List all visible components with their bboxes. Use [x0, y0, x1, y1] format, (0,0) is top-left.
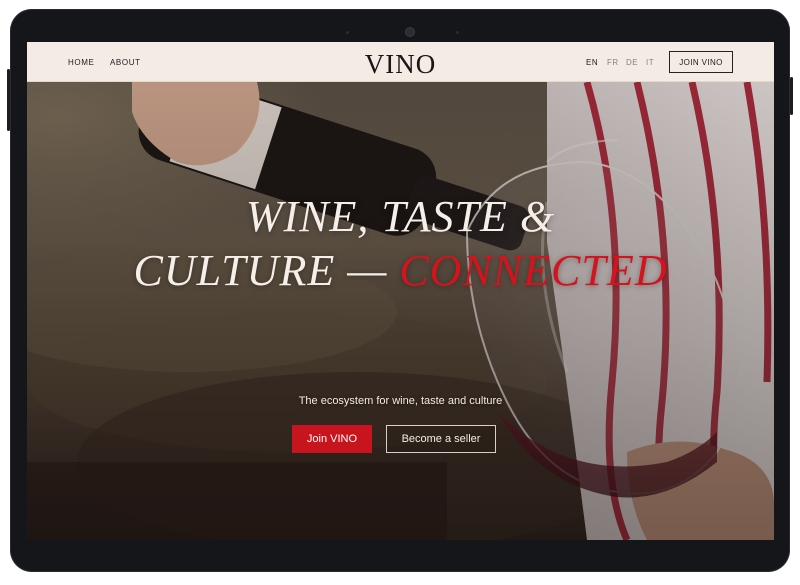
hero-headline-line1: WINE, TASTE &: [27, 195, 774, 239]
hero-overlay: [27, 82, 774, 540]
brand-logo[interactable]: VINO: [27, 49, 774, 80]
hero-subtitle: The ecosystem for wine, taste and cultur…: [298, 395, 503, 407]
power-button: [790, 77, 793, 115]
join-vino-nav-button[interactable]: JOIN VINO: [669, 51, 733, 73]
hero-section: Vi WINE, TASTE & CULTURE — CONNECTED The…: [27, 82, 774, 540]
top-navbar: HOME ABOUT VINO EN FR DE IT JOIN VINO: [27, 42, 774, 82]
front-camera: [406, 28, 414, 36]
become-seller-button[interactable]: Become a seller: [386, 425, 496, 453]
language-it[interactable]: IT: [646, 58, 654, 67]
headline-line1-text: WINE, TASTE &: [245, 192, 556, 241]
language-de[interactable]: DE: [626, 58, 638, 67]
hero-headline-line2: CULTURE — CONNECTED: [27, 249, 774, 293]
front-sensor-left: [346, 31, 349, 34]
language-fr[interactable]: FR: [607, 58, 619, 67]
join-vino-button[interactable]: Join VINO: [292, 425, 372, 453]
headline-accent-word: CONNECTED: [399, 246, 668, 295]
headline-line2-text: CULTURE —: [133, 246, 400, 295]
tablet-screen: HOME ABOUT VINO EN FR DE IT JOIN VINO WI…: [27, 42, 774, 540]
front-sensor-right: [456, 31, 459, 34]
volume-button: [7, 69, 10, 131]
language-en[interactable]: EN: [586, 58, 598, 67]
